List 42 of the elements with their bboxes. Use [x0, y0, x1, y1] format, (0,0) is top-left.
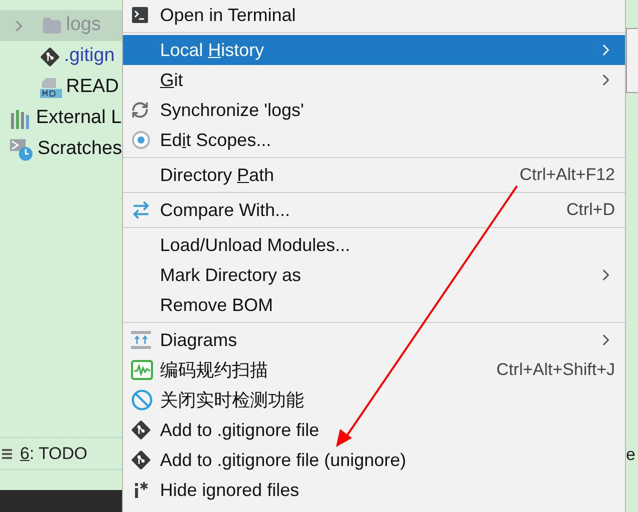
menu-item[interactable]: Git — [123, 65, 625, 95]
list-icon — [2, 448, 12, 460]
code-scan-icon — [131, 360, 153, 380]
menu-item[interactable]: Hide ignored files — [123, 475, 625, 505]
menu-item[interactable]: Remove BOM — [123, 290, 625, 320]
sync-icon — [131, 101, 149, 119]
tree-item[interactable]: READ — [0, 72, 122, 103]
scratch-file-icon — [10, 138, 34, 160]
menu-item[interactable]: Diagrams — [123, 325, 625, 355]
diagram-icon — [131, 331, 151, 349]
terminal-icon — [131, 6, 149, 24]
todo-tab[interactable]: 6: TODO — [20, 440, 88, 466]
tree-item[interactable]: Scratches — [0, 134, 122, 165]
tree-item-label: External L — [36, 106, 122, 130]
menu-item[interactable]: Load/Unload Modules... — [123, 230, 625, 260]
tree-item-label: Scratches — [38, 137, 122, 162]
menu-item[interactable]: Local History — [123, 35, 625, 65]
markdown-file-icon — [40, 78, 62, 98]
tree-item-label: READ — [66, 75, 119, 100]
menu-item[interactable]: Add to .gitignore file (unignore) — [123, 445, 625, 475]
tree-item-label: logs — [66, 13, 101, 38]
menu-item[interactable]: Open in Terminal — [123, 0, 625, 30]
menu-item[interactable]: Directory Path Ctrl+Alt+F12 — [123, 160, 625, 190]
menu-item[interactable]: Mark Directory as — [123, 260, 625, 290]
folder-icon — [42, 16, 62, 36]
menu-item[interactable]: Compare With... Ctrl+D — [123, 195, 625, 225]
menu-item[interactable]: Edit Scopes... — [123, 125, 625, 155]
menu-item[interactable]: Add to .gitignore file — [123, 415, 625, 445]
menu-item[interactable]: 编码规约扫描 Ctrl+Alt+Shift+J — [123, 355, 625, 385]
shortcut-label: Ctrl+Alt+F12 — [520, 164, 615, 186]
prohibited-icon — [131, 389, 153, 411]
library-icon — [10, 108, 32, 128]
menu-item[interactable]: Synchronize 'logs' — [123, 95, 625, 125]
shortcut-label: Ctrl+D — [566, 199, 615, 222]
tree-item[interactable]: External L — [0, 103, 122, 134]
compare-icon — [131, 200, 151, 220]
shortcut-label: Ctrl+Alt+Shift+J — [496, 359, 615, 382]
tree-item[interactable]: .gitign — [0, 41, 122, 72]
right-panel-text: e — [626, 444, 636, 466]
scope-icon — [131, 130, 151, 150]
tree-item-label: .gitign — [64, 44, 115, 68]
menu-item[interactable]: 关闭实时检测功能 — [123, 385, 625, 415]
